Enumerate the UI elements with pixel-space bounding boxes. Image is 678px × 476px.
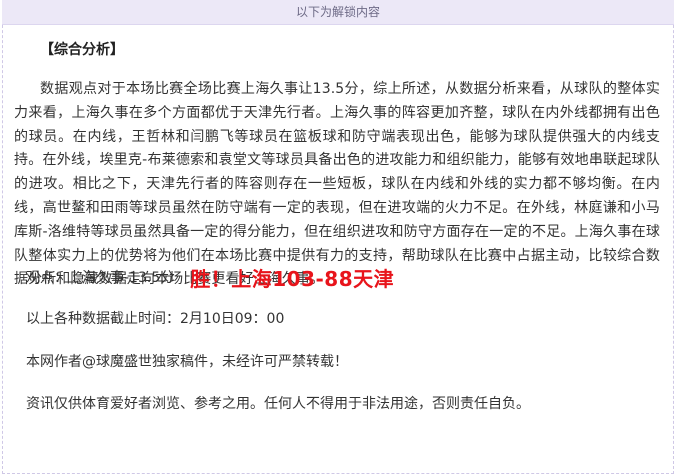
article-content: 【综合分析】 数据观点对于本场比赛全场比赛上海久事让13.5分，综上所述，从数据… [14, 40, 660, 292]
unlock-banner: 以下为解锁内容 [2, 0, 674, 25]
disclaimer: 资讯仅供体育爱好者浏览、参考之用。任何人不得用于非法用途，否则责任自负。 [26, 396, 530, 412]
viewpoint-result: 胜！上海103-88天津 [190, 266, 395, 291]
viewpoint-label: 观点：上海久事-13.5分 [26, 270, 175, 286]
viewpoint-row: 观点：上海久事-13.5分 胜！上海103-88天津 [26, 262, 394, 292]
author-note: 本网作者@球魔盛世独家稿件，未经许可严禁转载！ [26, 354, 348, 370]
analysis-paragraph: 数据观点对于本场比赛全场比赛上海久事让13.5分，综上所述，从数据分析来看，从球… [14, 81, 660, 288]
data-deadline: 以上各种数据截止时间：2月10日09：00 [26, 311, 285, 327]
section-title: 【综合分析】 [40, 42, 124, 58]
